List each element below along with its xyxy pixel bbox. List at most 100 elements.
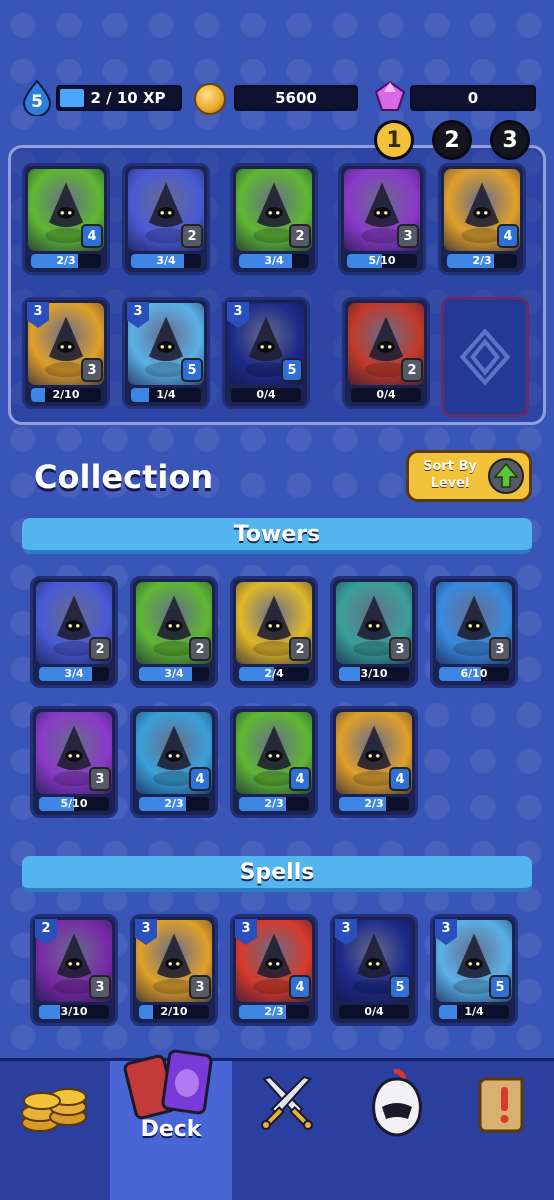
nav-heroes[interactable]	[342, 1058, 452, 1200]
nav-battle[interactable]	[232, 1058, 342, 1200]
card-level-badge: 3	[389, 637, 411, 661]
deck-tab-1[interactable]: 1	[374, 120, 414, 160]
coin-amount: 5600	[275, 89, 317, 107]
card-progress-bar: 3/10	[39, 1005, 109, 1019]
nav-quests[interactable]	[452, 1058, 554, 1200]
card-progress-fill	[31, 388, 45, 402]
card-progress-fill	[439, 1005, 457, 1019]
card-progress-bar: 2/10	[139, 1005, 209, 1019]
card-frost-hammer-spell[interactable]: 3 5 1/4	[430, 914, 518, 1026]
card-progress-text: 1/4	[156, 388, 176, 401]
sort-label-line2: Level	[430, 476, 470, 491]
card-ice-shard-spell[interactable]: 3 5 0/4	[330, 914, 418, 1026]
card-progress-fill	[39, 1005, 60, 1019]
card-level-badge: 3	[81, 358, 103, 382]
card-green-druid-tower[interactable]: 2 3/4	[130, 576, 218, 688]
card-progress-bar: 3/4	[39, 667, 109, 681]
card-level-badge: 5	[181, 358, 203, 382]
card-level-badge: 4	[289, 975, 311, 999]
card-level-badge: 2	[189, 637, 211, 661]
coin-counter: 5600	[234, 85, 358, 111]
card-level-badge: 4	[81, 224, 103, 248]
coin-icon	[194, 83, 226, 115]
nav-shop[interactable]	[0, 1058, 110, 1200]
gem-amount: 0	[467, 89, 479, 107]
card-green-druid-tower[interactable]: 2 3/4	[230, 163, 318, 275]
card-progress-text: 2/3	[264, 797, 284, 810]
card-yellow-mage-tower[interactable]: 2 2/4	[230, 576, 318, 688]
card-ice-golem-tower[interactable]: 2 3/4	[122, 163, 210, 275]
card-progress-text: 3/4	[264, 254, 284, 267]
card-ice-shard-spell[interactable]: 3 5 0/4	[222, 297, 310, 409]
card-frost-hammer-spell[interactable]: 3 5 1/4	[122, 297, 210, 409]
card-progress-bar: 2/3	[239, 797, 309, 811]
nav-deck-label: Deck	[140, 1117, 202, 1142]
card-level-badge: 4	[389, 767, 411, 791]
card-progress-text: 5/10	[60, 797, 88, 810]
card-progress-text: 2/10	[52, 388, 80, 401]
card-progress-bar: 3/4	[239, 254, 309, 268]
deck-tab-2[interactable]: 2	[432, 120, 472, 160]
card-ice-golem-tower[interactable]: 2 3/4	[30, 576, 118, 688]
card-barbarian-squad[interactable]: 2 0/4	[342, 297, 430, 409]
card-horned-wizard-tower[interactable]: 3 5/10	[30, 706, 118, 818]
card-level-badge: 2	[289, 224, 311, 248]
empty-deck-slot[interactable]	[441, 297, 529, 417]
card-progress-bar: 2/3	[447, 254, 517, 268]
card-progress-bar: 3/10	[339, 667, 409, 681]
card-progress-text: 2/3	[472, 254, 492, 267]
gem-counter: 0	[410, 85, 536, 111]
card-progress-bar: 3/4	[139, 667, 209, 681]
card-goggles-crossbow-tower[interactable]: 4 2/3	[438, 163, 526, 275]
card-progress-bar: 2/3	[239, 1005, 309, 1019]
knight-helmet-icon	[372, 1069, 422, 1137]
card-level-badge: 3	[489, 637, 511, 661]
card-progress-fill	[339, 667, 360, 681]
spiral-slot-icon	[459, 328, 511, 386]
card-progress-bar: 3/4	[131, 254, 201, 268]
card-progress-text: 5/10	[368, 254, 396, 267]
xp-bar-fill	[60, 89, 85, 107]
card-level-badge: 5	[389, 975, 411, 999]
card-progress-bar: 1/4	[439, 1005, 509, 1019]
nav-deck[interactable]: Deck	[110, 1049, 232, 1200]
card-progress-bar: 0/4	[339, 1005, 409, 1019]
towers-section-header: Towers	[22, 518, 532, 554]
card-frost-mage-tower[interactable]: 3 6/10	[430, 576, 518, 688]
card-plague-doctor-tower[interactable]: 4 2/3	[230, 706, 318, 818]
card-level-badge: 5	[281, 358, 303, 382]
card-progress-bar: 5/10	[39, 797, 109, 811]
card-arcane-bolt-spell[interactable]: 2 3 3/10	[30, 914, 118, 1026]
card-sun-beam-spell[interactable]: 3 3 2/10	[130, 914, 218, 1026]
card-level-badge: 4	[497, 224, 519, 248]
card-progress-fill	[131, 388, 149, 402]
card-progress-text: 0/4	[364, 1005, 384, 1018]
card-archer-tower[interactable]: 3 3/10	[330, 576, 418, 688]
card-plague-doctor-tower[interactable]: 4 2/3	[22, 163, 110, 275]
card-level-badge: 3	[89, 975, 111, 999]
card-target-curse-spell[interactable]: 3 4 2/3	[230, 914, 318, 1026]
card-progress-bar: 1/4	[131, 388, 201, 402]
card-goggles-crossbow-tower[interactable]: 4 2/3	[330, 706, 418, 818]
card-sun-beam-spell[interactable]: 3 3 2/10	[22, 297, 110, 409]
card-level-badge: 3	[89, 767, 111, 791]
card-progress-bar: 5/10	[347, 254, 417, 268]
card-progress-bar: 6/10	[439, 667, 509, 681]
card-level-badge: 4	[189, 767, 211, 791]
card-progress-text: 3/4	[156, 254, 176, 267]
card-progress-bar: 2/4	[239, 667, 309, 681]
card-horned-wizard-tower[interactable]: 3 5/10	[338, 163, 426, 275]
gem-icon	[374, 80, 406, 111]
card-progress-text: 2/10	[160, 1005, 188, 1018]
card-knight-tower[interactable]: 4 2/3	[130, 706, 218, 818]
sort-arrow-icon	[488, 458, 524, 494]
card-progress-text: 0/4	[256, 388, 276, 401]
card-progress-bar: 2/3	[139, 797, 209, 811]
xp-bar: 2 / 10 XP	[56, 85, 182, 111]
card-progress-bar: 0/4	[351, 388, 421, 402]
card-progress-text: 1/4	[464, 1005, 484, 1018]
spells-section-header: Spells	[22, 856, 532, 892]
deck-tab-3[interactable]: 3	[490, 120, 530, 160]
sort-by-level-button[interactable]: Sort By Level	[406, 450, 532, 502]
card-level-badge: 5	[489, 975, 511, 999]
